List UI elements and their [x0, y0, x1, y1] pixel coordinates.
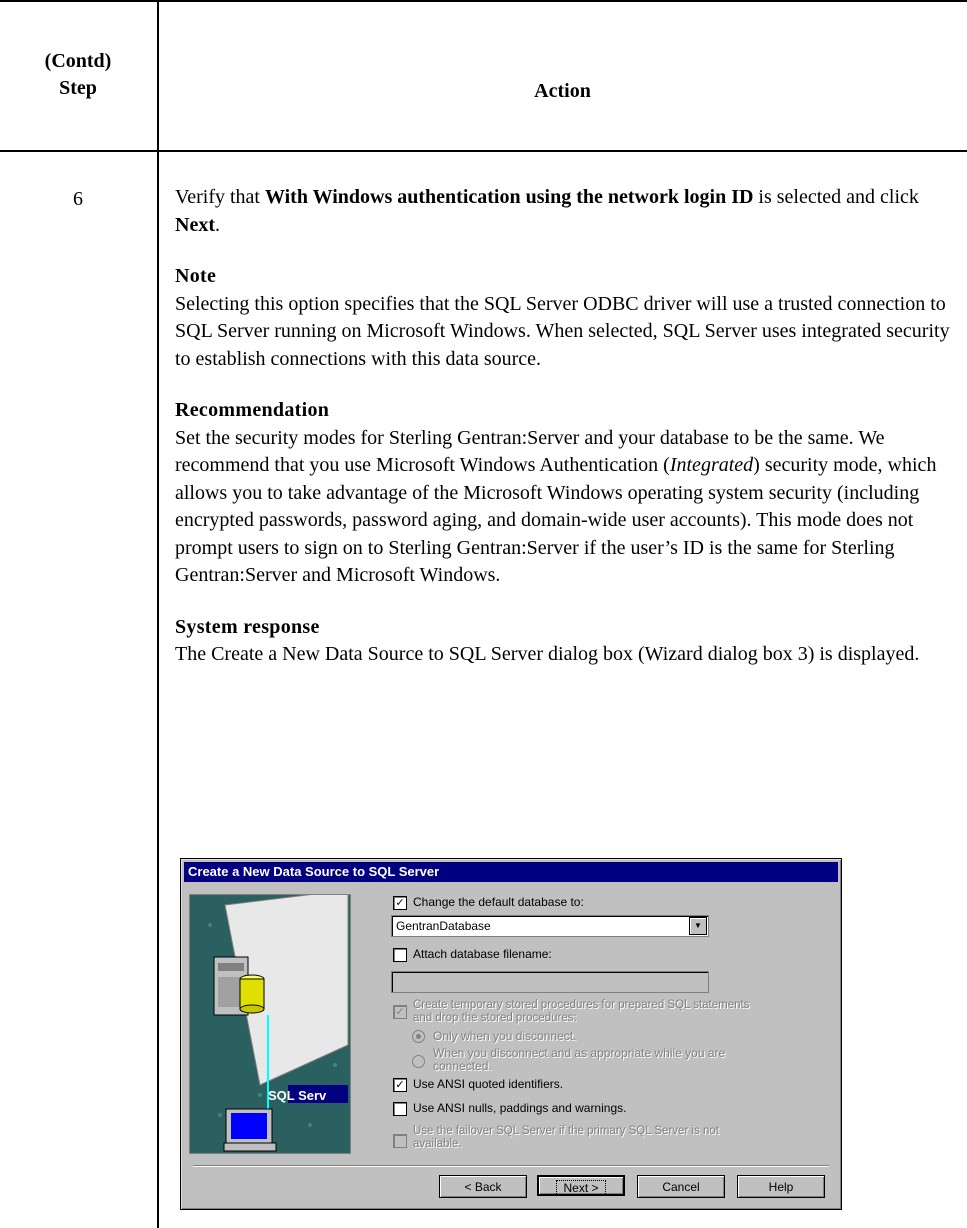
ansi-nulls-label: Use ANSI nulls, paddings and warnings. [413, 1101, 627, 1115]
failover-checkbox[interactable] [393, 1134, 407, 1148]
instruction: Verify that With Windows authentication … [175, 184, 955, 239]
dialog-title: Create a New Data Source to SQL Server [184, 862, 838, 882]
failover-label-line1: Use the failover SQL Server if the prima… [413, 1125, 719, 1137]
sql-server-dsn-dialog: Create a New Data Source to SQL Server S… [180, 858, 842, 1210]
step-number: 6 [73, 188, 83, 210]
cancel-button[interactable]: Cancel [637, 1175, 725, 1198]
driver-list-art-label: SQL Serv [268, 1088, 327, 1103]
step-header-line1: (Contd) [44, 50, 112, 72]
ansi-nulls-checkbox[interactable] [393, 1102, 407, 1116]
recommendation-heading: Recommendation [175, 399, 330, 421]
attach-db-label: Attach database filename: [413, 947, 552, 961]
when-disconnect-appropriate-label-line2: connected. [433, 1059, 492, 1073]
back-button[interactable]: < Back [439, 1175, 527, 1198]
ansi-quoted-label: Use ANSI quoted identifiers. [413, 1077, 564, 1091]
when-disconnect-appropriate-radio[interactable] [412, 1055, 425, 1068]
default-database-combo[interactable]: GentranDatabase ▼ [391, 915, 709, 937]
only-when-disconnect-radio[interactable] [412, 1030, 425, 1043]
attach-db-filename-field[interactable] [391, 971, 709, 993]
recommendation-italic: Integrated [669, 454, 754, 476]
instruction-option-name: With Windows authentication using the ne… [264, 186, 754, 208]
system-response-heading: System response [175, 615, 320, 638]
recommendation-text: Set the security modes for Sterling Gent… [175, 425, 955, 590]
default-database-value: GentranDatabase [396, 919, 491, 933]
header-bottom-border [0, 150, 967, 152]
step-content: Verify that With Windows authentication … [175, 184, 955, 669]
button-separator [193, 1165, 829, 1167]
create-temp-procs-label-line1: Create temporary stored procedures for p… [413, 999, 750, 1011]
change-default-db-checkbox[interactable]: ✓ [393, 896, 407, 910]
step-column-header: (Contd) Step [30, 48, 126, 102]
note-heading: Note [175, 265, 217, 287]
only-when-disconnect-label: Only when you disconnect. [433, 1029, 577, 1043]
failover-label-line2: available. [413, 1138, 462, 1150]
step-header-line2: Step [59, 77, 97, 99]
next-button-label: Next > [556, 1180, 606, 1196]
instruction-text-1: Verify that [175, 186, 265, 208]
instruction-text-3: . [214, 213, 220, 236]
note-text: Selecting this option specifies that the… [175, 292, 950, 370]
system-response-text: The Create a New Data Source to SQL Serv… [175, 643, 920, 665]
next-button[interactable]: Next > [537, 1175, 625, 1196]
action-column-header: Action [534, 80, 591, 102]
wizard-illustration: SQL Serv [189, 894, 351, 1154]
step-table: (Contd) Step Action 6 Verify that With W… [0, 0, 967, 1228]
instruction-text-2: is selected and click [753, 186, 919, 208]
ansi-quoted-checkbox[interactable]: ✓ [393, 1078, 407, 1092]
when-disconnect-appropriate-label-line1: When you disconnect and as appropriate w… [433, 1046, 726, 1060]
table-top-border [0, 0, 967, 2]
wizard-illustration-graphic [190, 895, 350, 1153]
instruction-button-name: Next [175, 213, 215, 236]
column-divider [157, 0, 159, 1228]
create-temp-procs-checkbox[interactable]: ✓ [393, 1005, 407, 1019]
chevron-down-icon[interactable]: ▼ [689, 917, 707, 935]
help-button[interactable]: Help [737, 1175, 825, 1198]
create-temp-procs-label-line2: and drop the stored procedures: [413, 1012, 577, 1024]
attach-db-checkbox[interactable] [393, 948, 407, 962]
change-default-db-label: Change the default database to: [413, 895, 584, 909]
